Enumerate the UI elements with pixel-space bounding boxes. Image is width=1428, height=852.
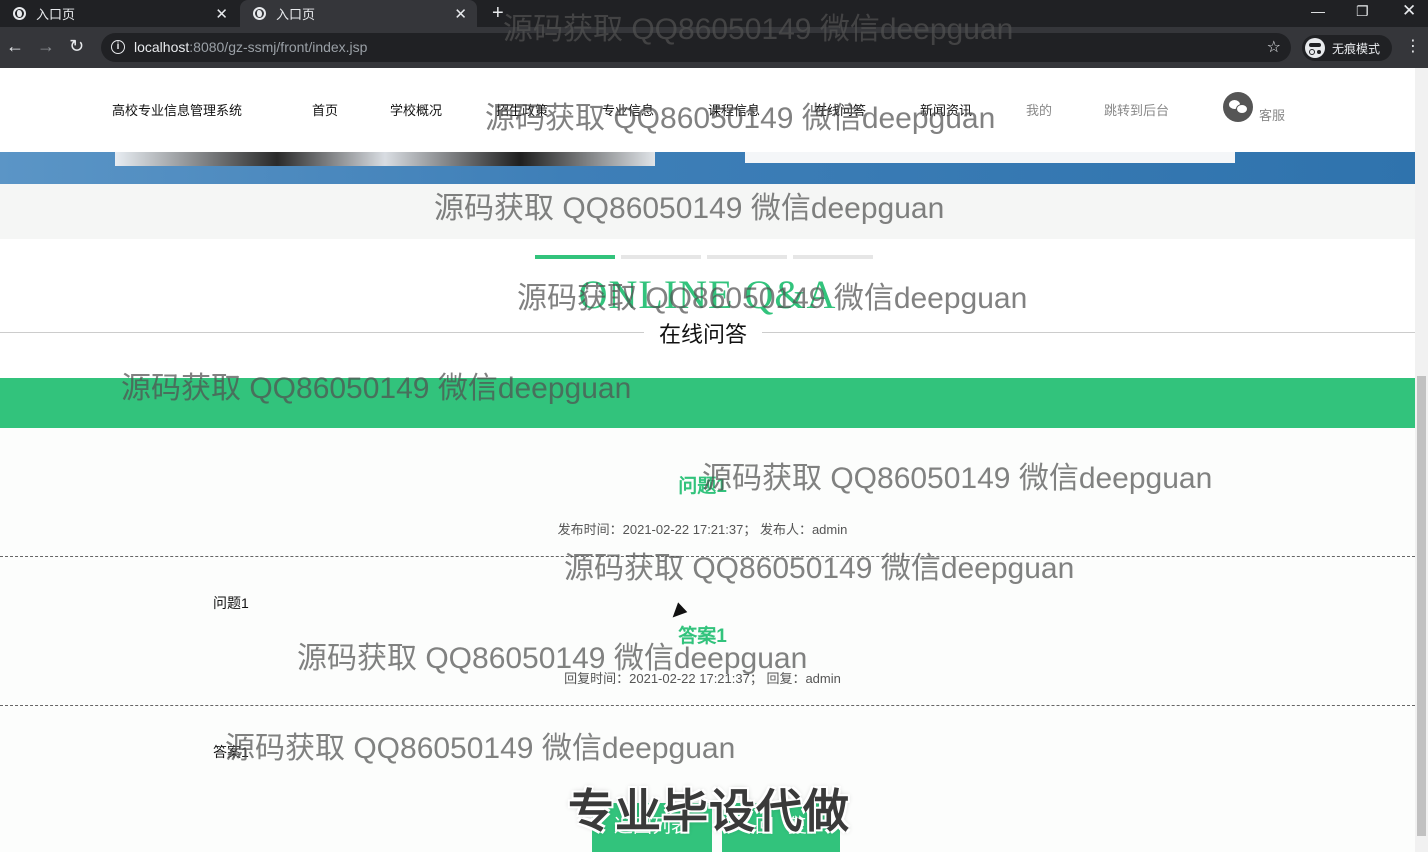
carousel-banner[interactable] [0,152,1415,184]
nav-mine[interactable]: 我的 [1026,100,1052,119]
watermark: 源码获取 QQ86050149 微信deepguan [434,192,945,225]
watermark: 源码获取 QQ86050149 微信deepguan [564,552,1075,585]
back-icon[interactable]: ← [6,36,24,57]
wechat-icon[interactable] [1223,92,1253,122]
new-tab-icon[interactable]: + [492,2,504,25]
tab-title: 入口页 [36,7,76,22]
carousel-dot-2[interactable] [621,255,701,259]
watermark: 源码获取 QQ86050149 微信deepguan [503,13,1014,46]
bookmark-star-icon[interactable]: ☆ [1267,37,1281,57]
window-close-icon[interactable]: ✕ [1402,1,1416,21]
nav-school-overview[interactable]: 学校概况 [390,100,442,119]
watermark: 源码获取 QQ86050149 微信deepguan [702,462,1213,495]
menu-kebab-icon[interactable]: ⋮ [1405,36,1421,56]
scrollbar-thumb[interactable] [1417,376,1426,836]
reload-icon[interactable]: ↻ [69,36,84,57]
watermark: 源码获取 QQ86050149 微信deepguan [225,732,736,765]
watermark: 源码获取 QQ86050149 微信deepguan [121,372,632,405]
forward-icon[interactable]: → [37,36,55,57]
page-scrollbar[interactable] [1415,68,1428,852]
close-icon[interactable]: ✕ [454,5,467,23]
nav-customer-service[interactable]: 客服 [1259,105,1285,124]
question-body: 问题1 [213,595,249,611]
incognito-badge[interactable]: 无痕模式 [1302,35,1392,61]
browser-tab-active[interactable]: 入口页 ✕ [240,0,477,27]
watermark: 源码获取 QQ86050149 微信deepguan [485,102,996,135]
incognito-icon [1305,38,1325,58]
info-icon[interactable]: i [111,40,125,54]
restore-icon[interactable]: ❐ [1356,3,1369,20]
browser-tab[interactable]: 入口页 ✕ [0,0,238,27]
tab-title: 入口页 [276,7,316,22]
carousel-dot-3[interactable] [707,255,787,259]
section-title-chinese: 在线问答 [644,317,762,349]
question-meta: 发布时间：2021-02-22 17:21:37； 发布人：admin [557,522,848,537]
minimize-icon[interactable]: — [1311,3,1325,19]
carousel-dot-1[interactable] [535,255,615,259]
close-icon[interactable]: ✕ [215,5,228,23]
incognito-label: 无痕模式 [1332,41,1381,56]
globe-icon [13,7,26,20]
watermark: 源码获取 QQ86050149 微信deepguan [297,642,808,675]
banner-image [115,152,655,166]
promo-overlay-text: 专业毕设代做 [568,785,850,837]
site-brand[interactable]: 高校专业信息管理系统 [112,100,242,119]
nav-home[interactable]: 首页 [312,100,338,119]
watermark: 源码获取 QQ86050149 微信deepguan [517,282,1028,315]
globe-icon [253,7,266,20]
banner-image-board [745,152,1235,163]
carousel-dot-4[interactable] [793,255,873,259]
divider [0,705,1415,706]
url-text[interactable]: localhost:8080/gz-ssmj/front/index.jsp [134,39,367,55]
nav-admin-backend[interactable]: 跳转到后台 [1104,100,1169,119]
